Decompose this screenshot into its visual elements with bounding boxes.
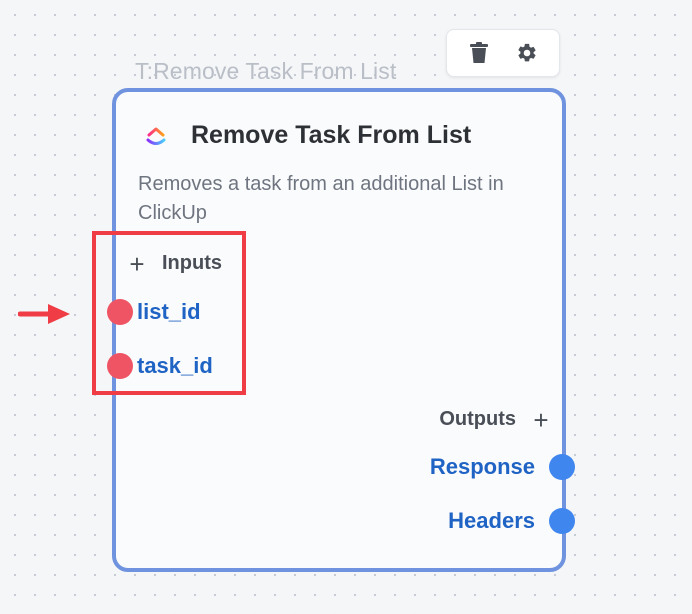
workflow-node[interactable]: Remove Task From List Removes a task fro… [107, 88, 575, 572]
add-output-button[interactable]: + [530, 407, 552, 433]
inputs-label: Inputs [162, 252, 222, 274]
outputs-label: Outputs [439, 408, 516, 430]
input-port-label: task_id [137, 353, 213, 378]
node-toolbar [446, 29, 560, 77]
input-port-dot[interactable] [107, 353, 133, 379]
node-title: Remove Task From List [191, 121, 472, 149]
gear-icon [518, 43, 536, 62]
delete-node-button[interactable] [463, 37, 495, 69]
add-input-button[interactable]: + [126, 251, 148, 277]
input-port-list-id[interactable]: list_id [107, 299, 201, 325]
node-settings-button[interactable] [511, 37, 543, 69]
node-caption: T:Remove Task From List [135, 58, 397, 84]
arrow-right-icon [18, 304, 70, 324]
output-port-headers[interactable]: Headers [448, 508, 575, 534]
input-port-label: list_id [137, 299, 201, 324]
inputs-header: + Inputs [126, 251, 222, 277]
clickup-logo-icon [146, 127, 166, 145]
trash-icon [470, 42, 488, 63]
output-port-dot[interactable] [549, 508, 575, 534]
input-port-task-id[interactable]: task_id [107, 353, 213, 379]
output-port-response[interactable]: Response [430, 454, 575, 480]
outputs-header: Outputs + [439, 407, 552, 433]
output-port-label: Response [429, 454, 535, 479]
input-port-dot[interactable] [107, 299, 133, 325]
output-port-dot[interactable] [549, 454, 575, 480]
output-port-label: Headers [448, 508, 535, 533]
node-description: Removes a task from an additional List i… [138, 173, 504, 224]
